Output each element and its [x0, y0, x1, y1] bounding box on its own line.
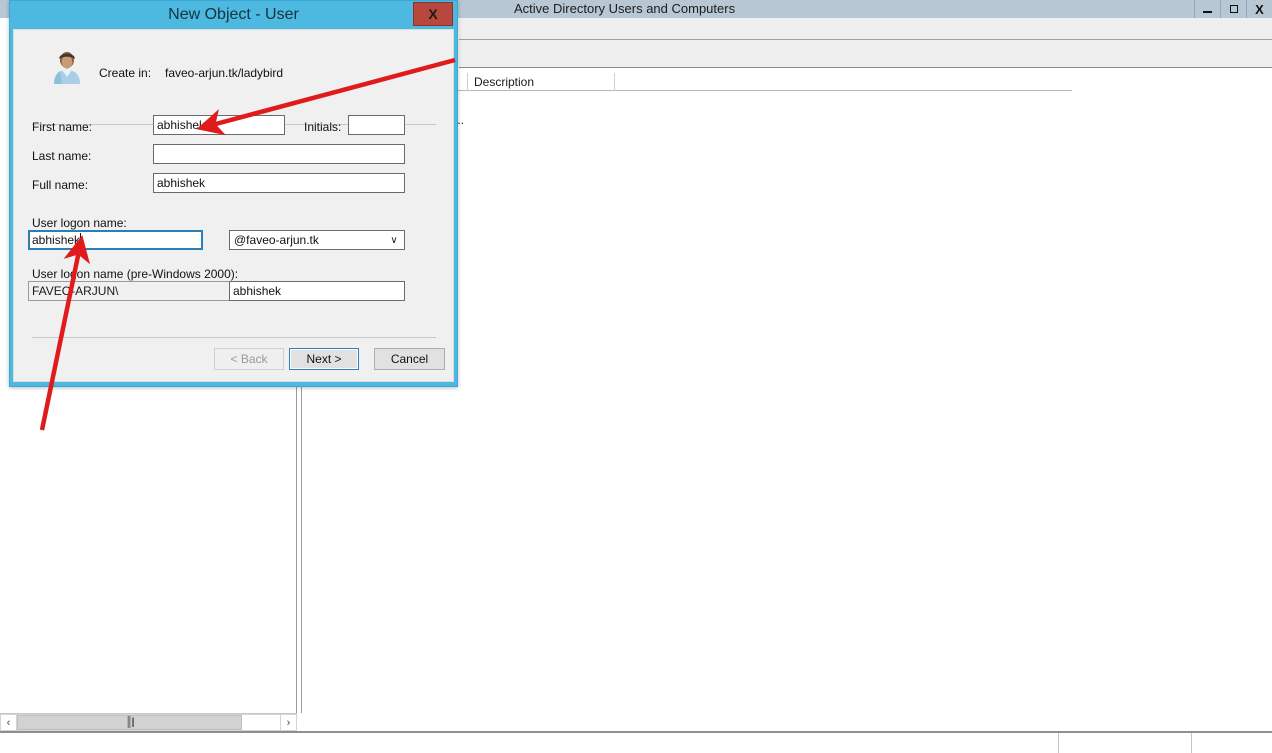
scroll-thumb[interactable]: ║| — [17, 715, 242, 730]
menu-bar[interactable] — [459, 18, 1272, 40]
chevron-down-icon[interactable]: ∨ — [386, 232, 402, 248]
column-header-description[interactable]: Description — [468, 73, 615, 91]
maximize-restore-button[interactable] — [1220, 0, 1246, 18]
user-avatar-icon — [49, 50, 85, 84]
scroll-grip-icon: ║| — [126, 717, 134, 728]
create-in-label: Create in: — [99, 66, 151, 80]
text-caret — [80, 233, 81, 246]
cancel-button[interactable]: Cancel — [374, 348, 445, 370]
last-name-label: Last name: — [32, 149, 91, 163]
close-icon: X — [1255, 3, 1264, 16]
restore-icon — [1230, 5, 1238, 13]
status-segment-2 — [1059, 733, 1192, 753]
full-name-input[interactable]: abhishek — [153, 173, 405, 193]
toolbar[interactable] — [459, 40, 1272, 68]
initials-label: Initials: — [304, 120, 341, 134]
minimize-button[interactable] — [1194, 0, 1220, 18]
first-name-label: First name: — [32, 120, 92, 134]
column-header-spacer — [615, 73, 1072, 91]
close-button[interactable]: X — [1246, 0, 1272, 18]
netbios-domain-field: FAVEO-ARJUN\ — [28, 281, 233, 301]
create-in-row: Create in: faveo-arjun.tk/ladybird — [14, 30, 455, 90]
first-name-input[interactable]: abhishek — [153, 115, 285, 135]
create-in-value: faveo-arjun.tk/ladybird — [165, 66, 283, 80]
last-name-input[interactable] — [153, 144, 405, 164]
mmc-window-title: Active Directory Users and Computers — [514, 0, 735, 18]
pre-windows-2000-label: User logon name (pre-Windows 2000): — [32, 267, 238, 281]
mmc-caption-buttons: X — [1194, 0, 1272, 18]
separator-bottom — [32, 337, 436, 338]
back-button[interactable]: < Back — [214, 348, 284, 370]
initials-input[interactable] — [348, 115, 405, 135]
scroll-track[interactable]: ║| — [17, 714, 280, 731]
user-logon-name-input[interactable]: abhishek — [28, 230, 203, 250]
dialog-close-button[interactable]: X — [413, 2, 453, 26]
dialog-titlebar[interactable]: New Object - User X — [10, 1, 457, 29]
status-segment-1 — [0, 733, 1059, 753]
status-segment-3 — [1192, 733, 1272, 753]
tree-horizontal-scrollbar[interactable]: ‹ ║| › — [0, 713, 297, 731]
next-button[interactable]: Next > — [289, 348, 359, 370]
full-name-label: Full name: — [32, 178, 88, 192]
user-logon-name-label: User logon name: — [32, 216, 127, 230]
upn-suffix-value: @faveo-arjun.tk — [234, 233, 319, 247]
status-bar — [0, 731, 1272, 753]
scroll-left-arrow-icon[interactable]: ‹ — [0, 714, 17, 731]
pre-windows-2000-input[interactable]: abhishek — [229, 281, 405, 301]
user-logon-name-value: abhishek — [32, 233, 80, 247]
scroll-right-arrow-icon[interactable]: › — [280, 714, 297, 731]
dialog-body: Create in: faveo-arjun.tk/ladybird First… — [13, 29, 454, 382]
dialog-title: New Object - User — [10, 1, 457, 29]
close-icon: X — [428, 6, 437, 22]
screen: Active Directory Users and Computers X ‹ — [0, 0, 1272, 753]
minimize-icon — [1203, 11, 1212, 13]
new-object-user-dialog[interactable]: New Object - User X Create in: faveo-arj… — [9, 0, 458, 387]
upn-suffix-dropdown[interactable]: @faveo-arjun.tk ∨ — [229, 230, 405, 250]
